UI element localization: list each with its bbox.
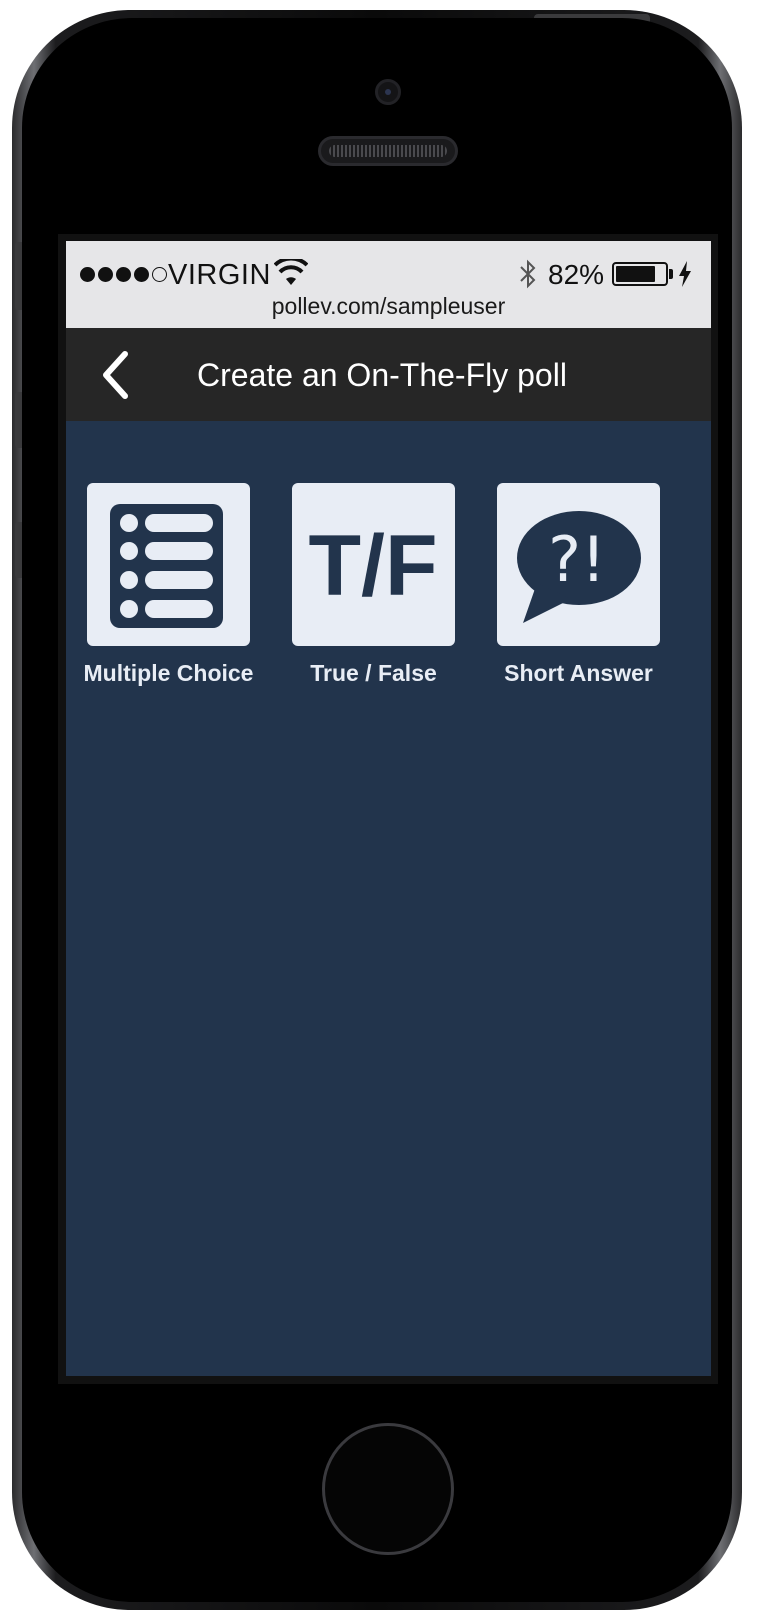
svg-text:?!: ?! [548,523,606,596]
front-camera [375,79,401,105]
true-false-option[interactable]: T/F True / False [271,483,476,687]
carrier-name: VIRGIN [168,259,271,291]
battery-icon [612,262,668,286]
short-answer-option[interactable]: ?! Short Answer [476,483,681,687]
nav-bar: Create an On-The-Fly poll [66,328,711,421]
multiple-choice-tile[interactable] [87,483,250,646]
page-title: Create an On-The-Fly poll [197,357,567,393]
charging-bolt-icon [679,261,691,287]
multiple-choice-option[interactable]: Multiple Choice [66,483,271,687]
short-answer-tile[interactable]: ?! [497,483,660,646]
battery-cap [669,269,673,279]
chevron-left-icon[interactable] [100,350,130,400]
battery-percent: 82% [548,259,605,290]
true-false-label: True / False [310,660,437,686]
home-button[interactable] [322,1423,454,1555]
bluetooth-icon [520,259,536,289]
short-answer-label: Short Answer [504,660,653,686]
true-false-icon: T/F [309,518,438,614]
svg-text:T/F: T/F [309,518,438,614]
earpiece-speaker [318,136,458,166]
speech-bubble-question-exclamation-icon: ?! [517,511,641,623]
url-bar[interactable]: pollev.com/sampleuser [66,293,711,320]
status-bar: VIRGIN 82% pollev.com/sampleuser [66,241,711,328]
wifi-icon [274,259,308,285]
signal-strength-icon [80,267,167,282]
true-false-tile[interactable]: T/F [292,483,455,646]
app-display: VIRGIN 82% pollev.com/sampleuser Create … [66,241,711,1376]
screen: VIRGIN 82% pollev.com/sampleuser Create … [58,234,718,1384]
multiple-choice-label: Multiple Choice [83,660,254,686]
multiple-choice-list-icon [110,504,223,628]
